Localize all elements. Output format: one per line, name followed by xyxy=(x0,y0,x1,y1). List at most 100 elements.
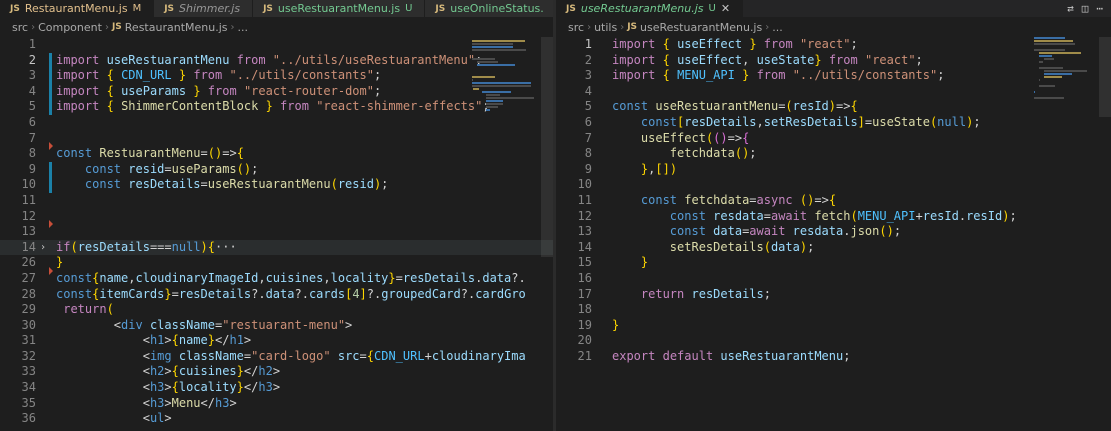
chevron-right-icon: › xyxy=(104,21,109,33)
code-line[interactable]: 7 useEffect(()=>{ xyxy=(556,131,1111,147)
editor-tab[interactable]: JS useRestuarantMenu.js U xyxy=(253,0,426,17)
minimap-line xyxy=(1043,58,1055,60)
code-line[interactable]: 9 },[]) xyxy=(556,162,1111,178)
code-editor-left[interactable]: 1 2 import useRestuarantMenu from "../util… xyxy=(0,37,553,431)
minimap-line xyxy=(1043,73,1073,75)
compare-icon[interactable]: ⇄ xyxy=(1067,2,1074,15)
code-line[interactable]: 1 xyxy=(0,37,553,53)
code-line[interactable]: 6 const[resDetails,setResDetails]=useSta… xyxy=(556,115,1111,131)
breadcrumb-item[interactable]: src xyxy=(12,21,28,34)
code-line[interactable]: 15 } xyxy=(556,255,1111,271)
line-number: 4 xyxy=(584,83,592,98)
line-number: 1 xyxy=(28,37,36,51)
code-line[interactable]: 34 <h3>{locality}</h3> xyxy=(0,380,553,396)
code-line[interactable]: 30 <div className="restuarant-menu"> xyxy=(0,318,553,334)
chevron-right-icon: › xyxy=(587,21,592,33)
code-line[interactable]: 27 const{name,cloudinaryImageId,cuisines,… xyxy=(0,266,553,287)
code-line[interactable]: 8 fetchdata(); xyxy=(556,146,1111,162)
breadcrumb-item[interactable]: RestaurantMenu.js xyxy=(125,21,228,34)
scroll-thumb-right[interactable] xyxy=(1099,37,1111,117)
git-deleted-marker xyxy=(49,142,53,151)
code-line[interactable]: 4 xyxy=(556,84,1111,100)
breadcrumb-item[interactable]: ... xyxy=(238,21,249,34)
code-line[interactable]: 14 setResDetails(data); xyxy=(556,240,1111,256)
minimap-line xyxy=(1034,37,1065,39)
code-line[interactable]: 16 xyxy=(556,271,1111,287)
code-line[interactable]: 32 <img className="card-logo" src={CDN_U… xyxy=(0,349,553,365)
fold-chevron-icon[interactable]: › xyxy=(40,240,46,256)
code-line[interactable]: 10 xyxy=(556,177,1111,193)
code-editor-right[interactable]: 1 import { useEffect } from "react"; 2 impo… xyxy=(556,37,1111,431)
code-line[interactable]: 4 import { useParams } from "react-router… xyxy=(0,83,553,100)
git-modified-marker xyxy=(49,68,52,84)
code-line[interactable]: 2 import { useEffect, useState} from "rea… xyxy=(556,53,1111,69)
breadcrumb-item[interactable]: Component xyxy=(38,21,102,34)
code-text: <h2>{cuisines}</h2> xyxy=(142,364,281,379)
code-line[interactable]: 5 const useRestuarantMenu=(resId)=>{ xyxy=(556,99,1111,115)
js-file-icon: JS xyxy=(566,3,576,14)
git-modified-marker xyxy=(49,52,52,69)
code-line[interactable]: 9 const resid=useParams(); xyxy=(0,161,553,178)
code-line[interactable]: 13 const data=await resdata.json(); xyxy=(556,224,1111,240)
editor-tab[interactable]: JS useRestuarantMenu.js U ✕ xyxy=(556,0,744,17)
minimap-line xyxy=(473,88,480,90)
code-line[interactable]: 35 <h3>Menu</h3> xyxy=(0,396,553,412)
js-file-icon: JS xyxy=(627,22,638,32)
code-line[interactable]: 12 xyxy=(0,209,553,225)
code-line[interactable]: 8 const RestuarantMenu=()=>{ xyxy=(0,142,553,162)
chevron-right-icon: › xyxy=(765,21,770,33)
minimap-left[interactable] xyxy=(472,37,542,137)
code-line[interactable]: 21 export default useRestuarantMenu; xyxy=(556,349,1111,365)
code-line[interactable]: 10 const resDetails=useRestuarantMenu(re… xyxy=(0,177,553,193)
breadcrumb-item[interactable]: useRestuarantMenu.js xyxy=(640,21,762,34)
code-line[interactable]: 11 const fetchdata=async ()=>{ xyxy=(556,193,1111,209)
editor-tab[interactable]: JS RestaurantMenu.js M xyxy=(0,0,155,17)
scrollbar-right[interactable] xyxy=(1099,37,1111,431)
editor-tab[interactable]: JS useOnlineStatus. xyxy=(425,0,553,17)
code-text: useEffect(()=>{ xyxy=(640,130,750,145)
tab-filename: RestaurantMenu.js xyxy=(24,2,128,15)
code-line[interactable]: 6 xyxy=(0,115,553,131)
code-line[interactable]: 14 › if(resDetails===null){··· xyxy=(0,239,553,256)
code-line[interactable]: 19} xyxy=(556,318,1111,334)
breadcrumb-item[interactable]: ... xyxy=(772,21,783,34)
code-line[interactable]: 5 import { ShimmerContentBlock } from "re… xyxy=(0,99,553,115)
editor-tab[interactable]: JS Shimmer.js xyxy=(154,0,254,17)
breadcrumb-item[interactable]: src xyxy=(568,21,584,34)
minimap-line xyxy=(472,46,513,48)
code-line[interactable]: 29 return( xyxy=(0,302,553,318)
line-number: 5 xyxy=(584,99,592,114)
scroll-thumb-left[interactable] xyxy=(541,37,553,257)
line-number: 14 xyxy=(577,239,592,254)
code-line[interactable]: 26} xyxy=(0,255,553,271)
code-text: const[resDetails,setResDetails]=useState… xyxy=(640,114,981,129)
code-line[interactable]: 20 xyxy=(556,333,1111,349)
tab-filename: useRestuarantMenu.js xyxy=(580,2,704,15)
code-line[interactable]: 3 import { CDN_URL } from "../utils/const… xyxy=(0,68,553,84)
minimap-line xyxy=(486,97,535,99)
line-number: 10 xyxy=(577,177,592,192)
scrollbar-left[interactable] xyxy=(541,37,553,431)
code-line[interactable]: 28 const{itemCards}=resDetails?.data?.car… xyxy=(0,287,553,303)
code-line[interactable]: 12 const resdata=await fetch(MENU_API+re… xyxy=(556,209,1111,225)
code-line[interactable]: 13 xyxy=(0,220,553,240)
code-line[interactable]: 7 xyxy=(0,131,553,147)
code-line[interactable]: 33 <h2>{cuisines}</h2> xyxy=(0,364,553,380)
code-line[interactable]: 31 <h1>{name}</h1> xyxy=(0,333,553,349)
breadcrumb-item[interactable]: utils xyxy=(594,21,617,34)
split-editor-icon[interactable]: ◫ xyxy=(1082,2,1089,15)
code-line[interactable]: 17 return resDetails; xyxy=(556,287,1111,303)
code-line[interactable]: 2 import useRestuarantMenu from "../utils… xyxy=(0,52,553,69)
more-actions-icon[interactable]: ⋯ xyxy=(1096,2,1103,15)
line-number: 13 xyxy=(21,224,36,239)
close-icon[interactable]: ✕ xyxy=(721,2,730,15)
code-line[interactable]: 1 import { useEffect } from "react"; xyxy=(556,37,1111,53)
line-number: 4 xyxy=(28,83,36,98)
minimap-right[interactable] xyxy=(1034,37,1104,137)
line-number: 28 xyxy=(21,286,36,301)
code-line[interactable]: 18 xyxy=(556,302,1111,318)
code-line[interactable]: 11 xyxy=(0,193,553,209)
code-line[interactable]: 36 <ul> xyxy=(0,411,553,427)
code-line[interactable]: 3 import { MENU_API } from "../utils/cons… xyxy=(556,68,1111,84)
tab-git-badge: U xyxy=(405,3,413,14)
